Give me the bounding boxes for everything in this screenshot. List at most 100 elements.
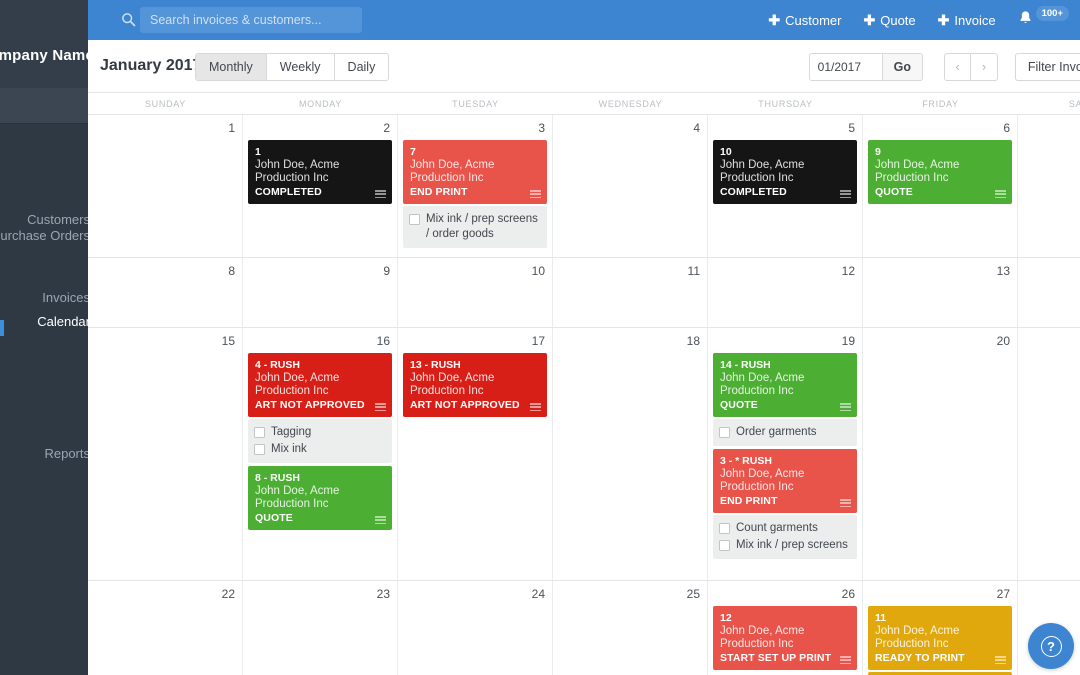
calendar-day-cell[interactable]: 23 bbox=[243, 581, 398, 675]
hamburger-icon[interactable] bbox=[375, 403, 386, 411]
calendar-day-cell[interactable]: 3 7 John Doe, Acme Production Inc END PRINT M… bbox=[398, 115, 553, 257]
task-item[interactable]: Mix ink bbox=[254, 441, 386, 458]
sidebar-brand[interactable]: Company Name bbox=[0, 0, 88, 88]
hamburger-icon[interactable] bbox=[375, 516, 386, 524]
plus-icon: ✚ bbox=[937, 12, 950, 28]
task-item[interactable]: Count garments bbox=[719, 520, 851, 537]
tab-weekly[interactable]: Weekly bbox=[266, 54, 335, 80]
add-invoice-button[interactable]: ✚ Invoice bbox=[938, 13, 996, 28]
hamburger-icon[interactable] bbox=[840, 656, 851, 664]
checkbox-icon[interactable] bbox=[719, 523, 730, 534]
calendar-day-cell[interactable]: 10 bbox=[398, 258, 553, 327]
status-badge: START SET UP PRINT bbox=[720, 652, 832, 664]
hamburger-icon[interactable] bbox=[530, 403, 541, 411]
filter-invoices-button[interactable]: Filter Invoices bbox=[1014, 53, 1080, 81]
calendar-day-cell[interactable]: 8 bbox=[88, 258, 243, 327]
checkbox-icon[interactable] bbox=[409, 214, 420, 225]
invoice-card[interactable]: 3 - * RUSH John Doe, Acme Production Inc EN… bbox=[713, 449, 857, 513]
date-input[interactable] bbox=[809, 54, 882, 80]
invoice-card[interactable]: 14 - RUSH John Doe, Acme Production Inc QUO… bbox=[713, 353, 857, 417]
invoice-card[interactable]: 13 - RUSH John Doe, Acme Production Inc ART… bbox=[403, 353, 547, 417]
status-badge: COMPLETED bbox=[255, 186, 322, 198]
add-customer-button[interactable]: ✚ Customer bbox=[768, 13, 841, 28]
next-month-button[interactable]: › bbox=[971, 54, 997, 80]
status-badge: QUOTE bbox=[720, 399, 758, 411]
invoice-card-id: 1 bbox=[255, 146, 261, 158]
hamburger-icon[interactable] bbox=[995, 656, 1006, 664]
tab-monthly[interactable]: Monthly bbox=[196, 54, 267, 80]
task-label: Mix ink bbox=[271, 443, 307, 455]
hamburger-icon[interactable] bbox=[840, 499, 851, 507]
view-switcher: Monthly Weekly Daily bbox=[195, 53, 390, 81]
calendar-day-cell[interactable]: 1 bbox=[88, 115, 243, 257]
task-item[interactable]: Mix ink / prep screens / order goods bbox=[409, 211, 541, 243]
app-root: Company Name Customers Purchase Orders I… bbox=[0, 0, 1080, 675]
notifications-button[interactable]: 100+ bbox=[1018, 5, 1069, 31]
calendar-day-cell[interactable]: 7 bbox=[1018, 115, 1080, 257]
checkbox-icon[interactable] bbox=[254, 427, 265, 438]
go-button[interactable]: Go bbox=[881, 54, 922, 80]
hamburger-icon[interactable] bbox=[995, 190, 1006, 198]
calendar-day-cell[interactable]: 25 bbox=[553, 581, 708, 675]
calendar-day-cell[interactable]: 5 10 John Doe, Acme Production Inc COMPLETED bbox=[708, 115, 863, 257]
invoice-card[interactable]: 12 John Doe, Acme Production Inc START SET … bbox=[713, 606, 857, 670]
tab-daily[interactable]: Daily bbox=[334, 54, 389, 80]
calendar-day-cell[interactable]: 20 bbox=[863, 328, 1018, 580]
task-item[interactable]: Tagging bbox=[254, 424, 386, 441]
checkbox-icon[interactable] bbox=[719, 427, 730, 438]
invoice-card[interactable]: 10 John Doe, Acme Production Inc COMPLETED bbox=[713, 140, 857, 204]
sidebar-item-purchase-orders[interactable]: Purchase Orders bbox=[0, 228, 88, 250]
add-quote-button[interactable]: ✚ Quote bbox=[864, 13, 916, 28]
hamburger-icon[interactable] bbox=[840, 190, 851, 198]
sidebar-search[interactable] bbox=[0, 88, 88, 124]
search-input[interactable] bbox=[140, 7, 362, 33]
calendar-day-cell[interactable]: 6 9 John Doe, Acme Production Inc QUOTE bbox=[863, 115, 1018, 257]
calendar-week-row: 22 23 24 25 26 12 John Doe, Acme Production Inc… bbox=[88, 581, 1080, 675]
calendar-day-cell[interactable]: 14 bbox=[1018, 258, 1080, 327]
calendar-day-cell[interactable]: 2 1 John Doe, Acme Production Inc COMPLETED bbox=[243, 115, 398, 257]
hamburger-icon[interactable] bbox=[530, 190, 541, 198]
sidebar-item-label: Customers bbox=[27, 212, 88, 227]
search-box[interactable] bbox=[140, 7, 362, 33]
invoice-card[interactable]: 1 John Doe, Acme Production Inc COMPLETED bbox=[248, 140, 392, 204]
invoice-card-id: 13 - RUSH bbox=[410, 359, 461, 371]
calendar-day-cell[interactable]: 9 bbox=[243, 258, 398, 327]
day-number: 15 bbox=[221, 334, 235, 348]
task-item[interactable]: Order garments bbox=[719, 424, 851, 441]
invoice-card[interactable]: 8 - RUSH John Doe, Acme Production Inc QUOT… bbox=[248, 466, 392, 530]
prev-month-button[interactable]: ‹ bbox=[945, 54, 971, 80]
checkbox-icon[interactable] bbox=[254, 444, 265, 455]
invoice-card[interactable]: 7 John Doe, Acme Production Inc END PRINT bbox=[403, 140, 547, 204]
hamburger-icon[interactable] bbox=[375, 190, 386, 198]
calendar-day-cell[interactable]: 18 bbox=[553, 328, 708, 580]
task-list: Count garments Mix ink / prep screens bbox=[713, 515, 857, 559]
invoice-card[interactable]: 9 John Doe, Acme Production Inc QUOTE bbox=[868, 140, 1012, 204]
calendar-day-cell[interactable]: 19 14 - RUSH John Doe, Acme Production Inc Q… bbox=[708, 328, 863, 580]
calendar-day-cell[interactable]: 17 13 - RUSH John Doe, Acme Production Inc A… bbox=[398, 328, 553, 580]
day-number: 13 bbox=[996, 264, 1010, 278]
calendar-day-cell[interactable]: 13 bbox=[863, 258, 1018, 327]
invoice-card[interactable]: 11 John Doe, Acme Production Inc READY TO P… bbox=[868, 606, 1012, 670]
checkbox-icon[interactable] bbox=[719, 540, 730, 551]
calendar-day-cell[interactable]: 24 bbox=[398, 581, 553, 675]
calendar-day-cell[interactable]: 26 12 John Doe, Acme Production Inc START SE… bbox=[708, 581, 863, 675]
day-of-week-label: FRIDAY bbox=[922, 99, 959, 109]
hamburger-icon[interactable] bbox=[840, 403, 851, 411]
sidebar-item-reports[interactable]: Reports bbox=[0, 446, 88, 468]
day-of-week-label: THURSDAY bbox=[758, 99, 813, 109]
sidebar-item-invoices[interactable]: Invoices bbox=[0, 290, 88, 312]
calendar-day-cell[interactable]: 4 bbox=[553, 115, 708, 257]
calendar-day-cell[interactable]: 11 bbox=[553, 258, 708, 327]
calendar-day-cell[interactable]: 12 bbox=[708, 258, 863, 327]
calendar-day-cell[interactable]: 16 4 - RUSH John Doe, Acme Production Inc AR… bbox=[243, 328, 398, 580]
invoice-card[interactable]: 4 - RUSH John Doe, Acme Production Inc ART … bbox=[248, 353, 392, 417]
help-button[interactable]: ? bbox=[1028, 623, 1074, 669]
calendar-day-cell[interactable]: 22 bbox=[88, 581, 243, 675]
sidebar-item-calendar[interactable]: Calendar bbox=[0, 314, 88, 336]
calendar-day-cell[interactable]: 21 bbox=[1018, 328, 1080, 580]
calendar-day-cell[interactable]: 27 11 John Doe, Acme Production Inc READY TO… bbox=[863, 581, 1018, 675]
task-item[interactable]: Mix ink / prep screens bbox=[719, 537, 851, 554]
invoice-card-id: 14 - RUSH bbox=[720, 359, 771, 371]
calendar-day-cell[interactable]: 15 bbox=[88, 328, 243, 580]
day-of-week-label: SATURDAY bbox=[1068, 99, 1080, 109]
